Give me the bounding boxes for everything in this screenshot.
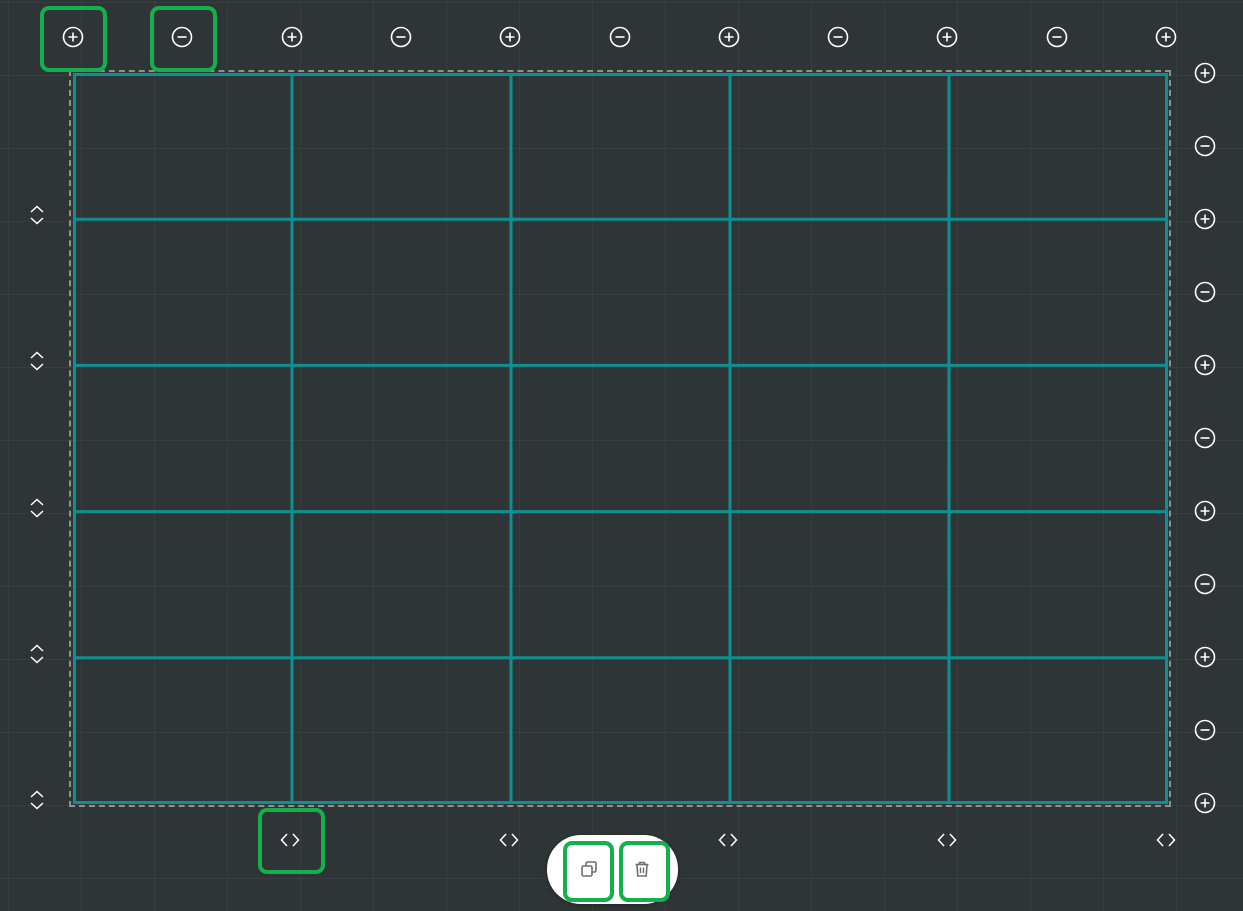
add-column-button[interactable] [715,23,743,51]
add-row-icon [1194,500,1216,522]
horizontal-resize-icon [1156,833,1176,847]
remove-row-icon [1194,573,1216,595]
add-column-icon [499,26,521,48]
add-column-icon [1155,26,1177,48]
column-resize-handle[interactable] [714,826,742,854]
add-column-button[interactable] [278,23,306,51]
vertical-resize-icon [30,205,44,225]
remove-row-icon [1194,719,1216,741]
table-grid[interactable] [73,73,1168,804]
vertical-resize-icon [30,498,44,518]
remove-row-button[interactable] [1191,424,1219,452]
column-resize-handle[interactable] [933,826,961,854]
add-row-button[interactable] [1191,59,1219,87]
remove-column-icon [609,26,630,48]
horizontal-resize-icon [718,833,738,847]
remove-column-icon [171,26,193,48]
remove-row-icon [1194,281,1216,303]
add-column-button[interactable] [59,23,87,51]
vertical-resize-icon [30,351,44,371]
add-column-icon [62,26,84,48]
remove-row-button[interactable] [1191,132,1219,160]
add-row-button[interactable] [1191,351,1219,379]
add-column-button[interactable] [933,23,961,51]
remove-column-button[interactable] [387,23,415,51]
row-resize-handle[interactable] [23,347,51,375]
remove-column-button[interactable] [606,23,634,51]
row-resize-handle[interactable] [23,201,51,229]
trash-icon [635,861,649,877]
add-row-icon [1194,646,1216,668]
column-resize-handle[interactable] [276,826,304,854]
horizontal-resize-icon [280,833,300,847]
add-row-button[interactable] [1191,789,1219,817]
remove-column-button[interactable] [168,23,196,51]
add-column-icon [718,26,740,48]
remove-column-icon [1046,26,1067,48]
add-column-icon [937,26,958,48]
duplicate-button[interactable] [568,843,610,895]
remove-column-icon [827,26,849,48]
row-resize-handle[interactable] [23,494,51,522]
remove-column-button[interactable] [824,23,852,51]
remove-row-button[interactable] [1191,278,1219,306]
horizontal-resize-icon [937,833,957,847]
row-resize-handle[interactable] [23,640,51,668]
add-row-button[interactable] [1191,643,1219,671]
add-row-icon [1194,62,1216,84]
add-column-button[interactable] [496,23,524,51]
add-row-icon [1194,354,1216,376]
remove-column-icon [390,26,412,48]
table-action-bar [547,835,678,904]
horizontal-resize-icon [499,833,519,847]
add-row-button[interactable] [1191,497,1219,525]
delete-button[interactable] [621,843,663,895]
vertical-resize-icon [30,790,44,810]
remove-row-icon [1194,427,1216,449]
copy-icon [581,861,597,877]
remove-row-button[interactable] [1191,716,1219,744]
add-row-icon [1194,792,1216,814]
remove-row-icon [1194,135,1216,157]
column-resize-handle[interactable] [495,826,523,854]
row-resize-handle[interactable] [23,786,51,814]
vertical-resize-icon [30,644,44,664]
remove-row-button[interactable] [1191,570,1219,598]
add-row-button[interactable] [1191,205,1219,233]
add-row-icon [1194,208,1216,230]
column-resize-handle[interactable] [1152,826,1180,854]
table-editor-canvas [0,0,1243,911]
add-column-button[interactable] [1152,23,1180,51]
add-column-icon [281,26,302,48]
remove-column-button[interactable] [1043,23,1071,51]
